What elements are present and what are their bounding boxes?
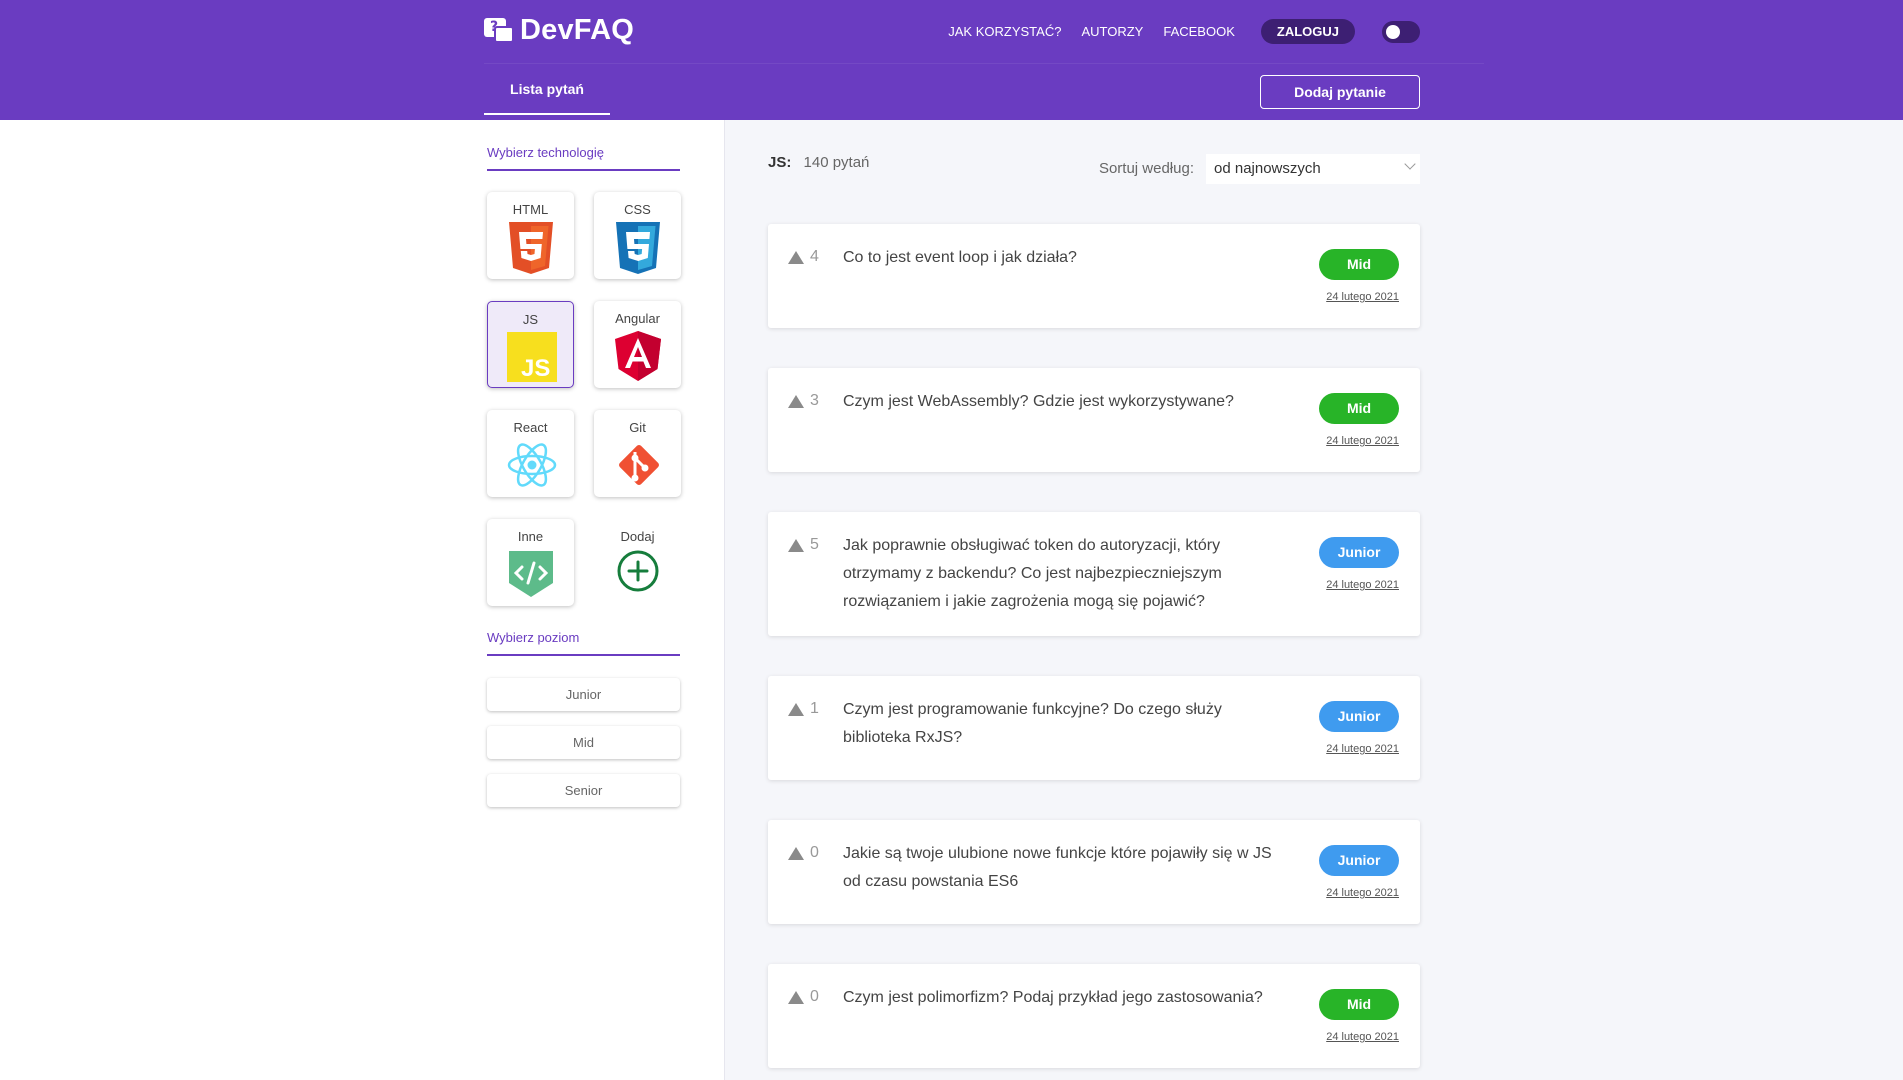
tech-angular[interactable]: Angular bbox=[594, 301, 681, 388]
logo-chat-icon: ? bbox=[484, 16, 514, 46]
react-icon bbox=[507, 440, 556, 490]
upvote-icon bbox=[788, 990, 804, 1004]
question-date[interactable]: 24 lutego 2021 bbox=[1326, 743, 1399, 755]
sort-select[interactable]: od najnowszych bbox=[1206, 154, 1420, 184]
logo-text: DevFAQ bbox=[520, 14, 635, 46]
svg-text:JS: JS bbox=[521, 355, 550, 382]
tech-react[interactable]: React bbox=[487, 410, 574, 497]
sort-value: od najnowszych bbox=[1214, 160, 1321, 177]
vote-count[interactable]: 1 bbox=[788, 700, 819, 718]
upvote-icon bbox=[788, 250, 804, 264]
question-card[interactable]: 0 Jakie są twoje ulubione nowe funkcje k… bbox=[768, 820, 1420, 924]
tab-question-list[interactable]: Lista pytań bbox=[484, 63, 610, 115]
upvote-icon bbox=[788, 538, 804, 552]
logo[interactable]: ? DevFAQ bbox=[484, 14, 634, 47]
question-text[interactable]: Jak poprawnie obsługiwać token do autory… bbox=[843, 532, 1283, 616]
question-text[interactable]: Czym jest WebAssembly? Gdzie jest wykorz… bbox=[843, 388, 1283, 416]
question-date[interactable]: 24 lutego 2021 bbox=[1326, 887, 1399, 899]
vote-count[interactable]: 4 bbox=[788, 248, 819, 266]
level-senior-button[interactable]: Senior bbox=[487, 774, 680, 807]
subbar: Lista pytań Dodaj pytanie bbox=[484, 63, 1420, 120]
upvote-icon bbox=[788, 702, 804, 716]
question-card[interactable]: 0 Czym jest polimorfizm? Podaj przykład … bbox=[768, 964, 1420, 1068]
nav-authors[interactable]: AUTORZY bbox=[1081, 24, 1143, 39]
tech-js[interactable]: JS JS bbox=[487, 301, 574, 388]
question-card[interactable]: 5 Jak poprawnie obsługiwać token do auto… bbox=[768, 512, 1420, 636]
plus-circle-icon bbox=[614, 549, 662, 599]
question-text[interactable]: Czym jest polimorfizm? Podaj przykład je… bbox=[843, 984, 1283, 1012]
vote-count[interactable]: 0 bbox=[788, 844, 819, 862]
upvote-icon bbox=[788, 846, 804, 860]
vote-count[interactable]: 5 bbox=[788, 536, 819, 554]
html5-icon bbox=[507, 222, 555, 274]
angular-icon bbox=[614, 331, 662, 381]
question-date[interactable]: 24 lutego 2021 bbox=[1326, 579, 1399, 591]
dark-mode-toggle[interactable] bbox=[1382, 20, 1420, 43]
css3-icon bbox=[614, 222, 662, 274]
level-badge: Junior bbox=[1319, 845, 1399, 876]
question-count: 140 pytań bbox=[803, 154, 870, 171]
question-text[interactable]: Jakie są twoje ulubione nowe funkcje któ… bbox=[843, 840, 1283, 896]
level-badge: Mid bbox=[1319, 393, 1399, 424]
sort-label: Sortuj według: bbox=[1098, 160, 1194, 177]
level-junior-button[interactable]: Junior bbox=[487, 678, 680, 711]
question-card[interactable]: 3 Czym jest WebAssembly? Gdzie jest wyko… bbox=[768, 368, 1420, 472]
tech-css[interactable]: CSS bbox=[594, 192, 681, 279]
level-badge: Mid bbox=[1319, 989, 1399, 1020]
list-header: JS: 140 pytań Sortuj według: od najnowsz… bbox=[768, 154, 1420, 184]
vote-count[interactable]: 0 bbox=[788, 988, 819, 1006]
login-button[interactable]: ZALOGUJ bbox=[1260, 19, 1355, 44]
main-nav: JAK KORZYSTAĆ? AUTORZY FACEBOOK ZALOGUJ bbox=[928, 19, 1420, 44]
header: ? DevFAQ JAK KORZYSTAĆ? AUTORZY FACEBOOK… bbox=[0, 0, 1903, 120]
tech-section-title: Wybierz technologię bbox=[487, 145, 680, 171]
level-mid-button[interactable]: Mid bbox=[487, 726, 680, 759]
topbar: ? DevFAQ JAK KORZYSTAĆ? AUTORZY FACEBOOK… bbox=[484, 0, 1420, 63]
level-badge: Mid bbox=[1319, 249, 1399, 280]
add-question-button[interactable]: Dodaj pytanie bbox=[1260, 75, 1420, 109]
level-badge: Junior bbox=[1319, 701, 1399, 732]
js-icon: JS bbox=[506, 332, 557, 382]
git-icon bbox=[614, 440, 662, 490]
tech-key: JS: bbox=[768, 154, 792, 171]
nav-how-to-use[interactable]: JAK KORZYSTAĆ? bbox=[948, 24, 1061, 39]
vote-count[interactable]: 3 bbox=[788, 392, 819, 410]
nav-facebook[interactable]: FACEBOOK bbox=[1163, 24, 1235, 39]
chevron-down-icon bbox=[1404, 158, 1416, 170]
question-card[interactable]: 1 Czym jest programowanie funkcyjne? Do … bbox=[768, 676, 1420, 780]
tech-add[interactable]: Dodaj bbox=[594, 519, 681, 606]
question-text[interactable]: Czym jest programowanie funkcyjne? Do cz… bbox=[843, 696, 1283, 752]
question-date[interactable]: 24 lutego 2021 bbox=[1326, 1031, 1399, 1043]
level-badge: Junior bbox=[1319, 537, 1399, 568]
question-text[interactable]: Co to jest event loop i jak działa? bbox=[843, 244, 1283, 272]
tech-git[interactable]: Git bbox=[594, 410, 681, 497]
question-date[interactable]: 24 lutego 2021 bbox=[1326, 435, 1399, 447]
level-section-title: Wybierz poziom bbox=[487, 630, 680, 656]
tech-other[interactable]: Inne bbox=[487, 519, 574, 606]
tech-html[interactable]: HTML bbox=[487, 192, 574, 279]
sidebar: Wybierz technologię HTML CSS JS JS Angul… bbox=[0, 120, 725, 1080]
question-card[interactable]: 4 Co to jest event loop i jak działa? Mi… bbox=[768, 224, 1420, 328]
upvote-icon bbox=[788, 394, 804, 408]
code-icon bbox=[507, 549, 555, 599]
question-date[interactable]: 24 lutego 2021 bbox=[1326, 291, 1399, 303]
